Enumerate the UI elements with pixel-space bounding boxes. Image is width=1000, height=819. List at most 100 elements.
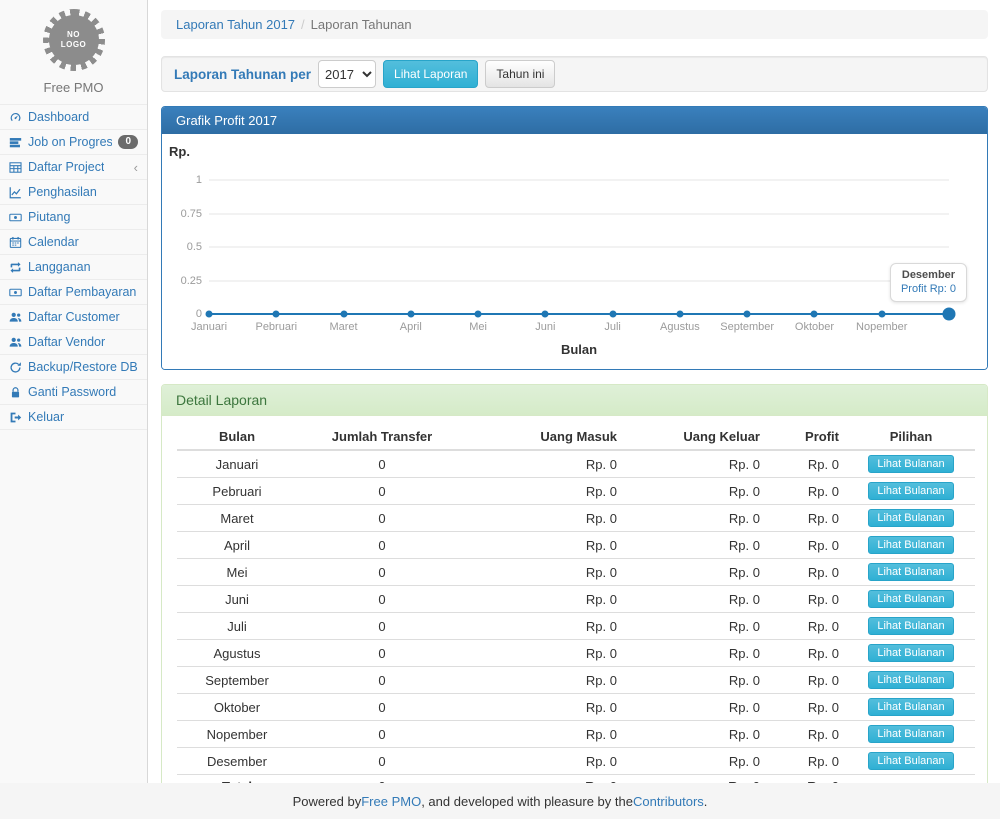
sidebar-item-daftar-project[interactable]: Daftar Project ‹: [0, 155, 147, 180]
report-filter-bar: Laporan Tahunan per 2017 Lihat Laporan T…: [161, 56, 988, 92]
cell-bulan: Agustus: [177, 640, 297, 667]
cell-jumlah: 0: [297, 667, 467, 694]
footer-text-3: .: [704, 794, 708, 809]
cell-bulan: Januari: [177, 450, 297, 478]
cell-masuk: Rp. 0: [467, 721, 625, 748]
chart-point-desember[interactable]: [943, 308, 956, 321]
x-tick-label: Januari: [191, 321, 227, 333]
chart-point-april[interactable]: [407, 311, 414, 318]
cell-pilihan: Lihat Bulanan: [847, 613, 975, 640]
cell-pilihan: Lihat Bulanan: [847, 640, 975, 667]
chart-point-nopember[interactable]: [878, 311, 885, 318]
cell-profit: Rp. 0: [768, 505, 847, 532]
table-row: Mei0Rp. 0Rp. 0Rp. 0Lihat Bulanan: [177, 559, 975, 586]
sidebar-item-label: Backup/Restore DB: [28, 360, 138, 374]
breadcrumb-separator: /: [295, 17, 311, 32]
lihat-bulanan-button[interactable]: Lihat Bulanan: [868, 536, 953, 554]
detail-report-panel: Detail Laporan Bulan Jumlah Transfer Uan…: [161, 384, 988, 811]
sidebar-item-backup-restore-db[interactable]: Backup/Restore DB: [0, 355, 147, 380]
chart-point-mei[interactable]: [475, 311, 482, 318]
users-icon: [9, 311, 22, 324]
chart-point-agustus[interactable]: [676, 311, 683, 318]
sidebar-item-job-on-progress[interactable]: Job on Progress0: [0, 130, 147, 155]
cell-jumlah: 0: [297, 694, 467, 721]
col-jumlah: Jumlah Transfer: [297, 424, 467, 450]
sidebar-item-ganti-password[interactable]: Ganti Password: [0, 380, 147, 405]
table-row: September0Rp. 0Rp. 0Rp. 0Lihat Bulanan: [177, 667, 975, 694]
sidebar-item-penghasilan[interactable]: Penghasilan: [0, 180, 147, 205]
money-icon: [9, 286, 22, 299]
breadcrumb: Laporan Tahun 2017/Laporan Tahunan: [161, 10, 988, 39]
sidebar-item-piutang[interactable]: Piutang: [0, 205, 147, 230]
cell-masuk: Rp. 0: [467, 748, 625, 775]
sidebar-item-label: Keluar: [28, 410, 64, 424]
lihat-bulanan-button[interactable]: Lihat Bulanan: [868, 563, 953, 581]
gridline: [209, 247, 949, 248]
chart-tooltip: Desember Profit Rp: 0: [890, 263, 967, 302]
sidebar-header: NO LOGO Free PMO: [0, 0, 147, 102]
footer-link-contributors[interactable]: Contributors: [633, 794, 704, 809]
cell-keluar: Rp. 0: [625, 694, 768, 721]
cell-keluar: Rp. 0: [625, 586, 768, 613]
table-icon: [9, 161, 22, 174]
cell-bulan: Juli: [177, 613, 297, 640]
chart-point-juni[interactable]: [542, 311, 549, 318]
table-header-row: Bulan Jumlah Transfer Uang Masuk Uang Ke…: [177, 424, 975, 450]
sidebar-item-daftar-customer[interactable]: Daftar Customer: [0, 305, 147, 330]
lihat-bulanan-button[interactable]: Lihat Bulanan: [868, 698, 953, 716]
lihat-bulanan-button[interactable]: Lihat Bulanan: [868, 455, 953, 473]
sidebar-item-label: Calendar: [28, 235, 79, 249]
filter-label: Laporan Tahunan per: [174, 67, 311, 82]
profit-chart: Rp. 10.750.50.250JanuariPebruariMaretApr…: [162, 134, 987, 369]
footer-link-freepmo[interactable]: Free PMO: [361, 794, 421, 809]
x-tick-label: Juli: [604, 321, 621, 333]
lihat-bulanan-button[interactable]: Lihat Bulanan: [868, 482, 953, 500]
sidebar-item-keluar[interactable]: Keluar: [0, 405, 147, 430]
lihat-bulanan-button[interactable]: Lihat Bulanan: [868, 752, 953, 770]
cell-jumlah: 0: [297, 640, 467, 667]
cell-profit: Rp. 0: [768, 748, 847, 775]
lihat-bulanan-button[interactable]: Lihat Bulanan: [868, 617, 953, 635]
y-tick-label: 0: [164, 308, 202, 320]
cell-masuk: Rp. 0: [467, 640, 625, 667]
lihat-bulanan-button[interactable]: Lihat Bulanan: [868, 644, 953, 662]
lihat-bulanan-button[interactable]: Lihat Bulanan: [868, 509, 953, 527]
sidebar-item-langganan[interactable]: Langganan: [0, 255, 147, 280]
detail-panel-body: Bulan Jumlah Transfer Uang Masuk Uang Ke…: [162, 416, 987, 810]
chart-point-pebruari[interactable]: [273, 311, 280, 318]
chart-point-maret[interactable]: [340, 311, 347, 318]
lock-icon: [9, 386, 22, 399]
cell-jumlah: 0: [297, 450, 467, 478]
chart-point-oktober[interactable]: [811, 311, 818, 318]
cell-profit: Rp. 0: [768, 613, 847, 640]
cell-masuk: Rp. 0: [467, 694, 625, 721]
sidebar-item-daftar-vendor[interactable]: Daftar Vendor: [0, 330, 147, 355]
lihat-bulanan-button[interactable]: Lihat Bulanan: [868, 671, 953, 689]
breadcrumb-link[interactable]: Laporan Tahun 2017: [176, 17, 295, 32]
this-year-button[interactable]: Tahun ini: [485, 60, 555, 88]
report-table-body: Januari0Rp. 0Rp. 0Rp. 0Lihat BulananPebr…: [177, 450, 975, 798]
sidebar-item-label: Daftar Project: [28, 160, 104, 174]
footer: Powered by Free PMO , and developed with…: [0, 783, 1000, 819]
chart-point-juli[interactable]: [609, 311, 616, 318]
view-report-button[interactable]: Lihat Laporan: [383, 60, 478, 88]
sidebar-item-daftar-pembayaran[interactable]: Daftar Pembayaran: [0, 280, 147, 305]
y-tick-label: 0.5: [164, 241, 202, 253]
cell-jumlah: 0: [297, 532, 467, 559]
detail-panel-title: Detail Laporan: [162, 385, 987, 416]
cell-keluar: Rp. 0: [625, 640, 768, 667]
chart-point-januari[interactable]: [206, 311, 213, 318]
year-select[interactable]: 2017: [318, 60, 376, 88]
sidebar-item-calendar[interactable]: Calendar: [0, 230, 147, 255]
report-table: Bulan Jumlah Transfer Uang Masuk Uang Ke…: [177, 424, 975, 798]
chart-point-september[interactable]: [744, 311, 751, 318]
lihat-bulanan-button[interactable]: Lihat Bulanan: [868, 725, 953, 743]
sidebar-item-dashboard[interactable]: Dashboard: [0, 104, 147, 130]
cell-keluar: Rp. 0: [625, 667, 768, 694]
cell-masuk: Rp. 0: [467, 613, 625, 640]
lihat-bulanan-button[interactable]: Lihat Bulanan: [868, 590, 953, 608]
sidebar-item-label: Penghasilan: [28, 185, 97, 199]
tooltip-value: Profit Rp: 0: [901, 283, 956, 295]
main-content: Laporan Tahun 2017/Laporan Tahunan Lapor…: [149, 0, 1000, 811]
chevron-left-icon: ‹: [134, 161, 138, 174]
